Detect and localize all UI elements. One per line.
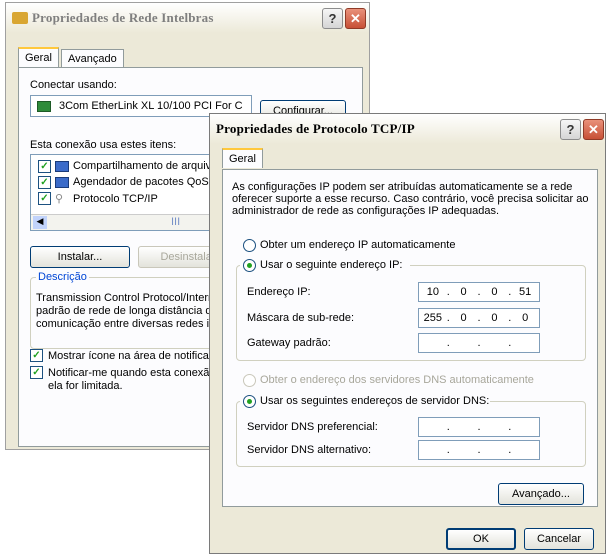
notify-label-line-2: ela for limitada. [48, 380, 123, 392]
connect-using-label: Conectar usando: [30, 79, 117, 91]
tcpip-properties-window: Propriedades de Protocolo TCP/IP ? ✕ Ger… [209, 113, 606, 554]
mask-octet: 0 [522, 312, 529, 324]
auto-ip-radio[interactable] [243, 239, 256, 252]
scroll-left-icon[interactable]: ◀ [33, 216, 47, 229]
gateway-field[interactable]: ... [418, 333, 540, 353]
scroll-thumb-grip[interactable]: III [171, 216, 180, 228]
ip-octet: 0 [491, 286, 498, 298]
description-line-3: comunicação entre diversas redes in [36, 318, 216, 330]
ip-octet: 0 [460, 286, 467, 298]
mask-octet: 255 [423, 312, 443, 324]
mask-octet: 0 [460, 312, 467, 324]
network-component-icon [55, 161, 69, 172]
manual-ip-label: Usar o seguinte endereço IP: [260, 259, 403, 271]
network-component-icon [55, 177, 69, 188]
dns-preferred-label: Servidor DNS preferencial: [247, 421, 378, 433]
dns-alternate-label: Servidor DNS alternativo: [247, 444, 372, 456]
ip-label: Endereço IP: [247, 286, 311, 298]
tab-geral[interactable]: Geral [222, 148, 263, 168]
auto-dns-radio[interactable] [243, 374, 256, 387]
description-line-1: Transmission Control Protocol/Interne [36, 292, 221, 304]
protocol-icon: ⚲ [55, 193, 64, 205]
tab-avancado[interactable]: Avançado [61, 49, 124, 68]
adapter-icon [37, 101, 51, 112]
notify-checkbox[interactable]: ✓ [30, 366, 43, 379]
manual-dns-radio[interactable] [243, 395, 256, 408]
list-item[interactable]: Agendador de pacotes QoS [73, 176, 209, 188]
show-icon-checkbox[interactable]: ✓ [30, 349, 43, 362]
advanced-button[interactable]: Avançado... [498, 483, 584, 505]
network-icon [12, 12, 28, 24]
intro-line-1: As configurações IP podem ser atribuídas… [232, 181, 573, 193]
auto-dns-label: Obter o endereço dos servidores DNS auto… [260, 374, 534, 386]
ok-button[interactable]: OK [446, 528, 516, 550]
list-item[interactable]: Compartilhamento de arquivos [73, 160, 223, 172]
close-button[interactable]: ✕ [345, 8, 366, 29]
title-bar[interactable]: Propriedades de Protocolo TCP/IP [210, 114, 605, 144]
ip-octet: 10 [426, 286, 439, 298]
description-line-2: padrão de rede de longa distância q [36, 305, 212, 317]
install-button[interactable]: Instalar... [30, 246, 130, 268]
notify-label-line-1: Notificar-me quando esta conexão [48, 367, 216, 379]
mask-label: Máscara de sub-rede: [247, 312, 354, 324]
adapter-name: 3Com EtherLink XL 10/100 PCI For C [59, 100, 243, 112]
items-label: Esta conexão usa estes itens: [30, 139, 177, 151]
help-button[interactable]: ? [322, 8, 343, 29]
tab-geral[interactable]: Geral [18, 47, 59, 67]
ip-address-field[interactable]: 10. 0. 0. 51 [418, 282, 540, 302]
close-button[interactable]: ✕ [583, 119, 604, 140]
window-title: Propriedades de Rede Intelbras [32, 10, 214, 25]
item-checkbox-qos[interactable]: ✓ [38, 176, 51, 189]
manual-ip-radio[interactable] [243, 259, 256, 272]
show-icon-label: Mostrar ícone na área de notificação [48, 350, 227, 362]
intro-line-2: oferecer suporte a esse recurso. Caso co… [232, 193, 589, 205]
auto-ip-label: Obter um endereço IP automaticamente [260, 239, 456, 251]
mask-octet: 0 [491, 312, 498, 324]
dns-preferred-field[interactable]: ... [418, 417, 540, 437]
gateway-label: Gateway padrão: [247, 337, 331, 349]
window-title: Propriedades de Protocolo TCP/IP [216, 121, 415, 136]
subnet-mask-field[interactable]: 255. 0. 0. 0 [418, 308, 540, 328]
dns-alternate-field[interactable]: ... [418, 440, 540, 460]
help-button[interactable]: ? [560, 119, 581, 140]
intro-line-3: administrador de rede as configurações I… [232, 205, 500, 217]
item-checkbox-tcpip[interactable]: ✓ [38, 192, 51, 205]
cancel-button[interactable]: Cancelar [524, 528, 594, 550]
ip-octet: 51 [519, 286, 532, 298]
list-item[interactable]: Protocolo TCP/IP [73, 193, 158, 205]
item-checkbox-sharing[interactable]: ✓ [38, 160, 51, 173]
description-title: Descrição [36, 271, 89, 283]
title-bar[interactable]: Propriedades de Rede Intelbras [6, 3, 369, 33]
manual-dns-label: Usar os seguintes endereços de servidor … [260, 395, 490, 407]
